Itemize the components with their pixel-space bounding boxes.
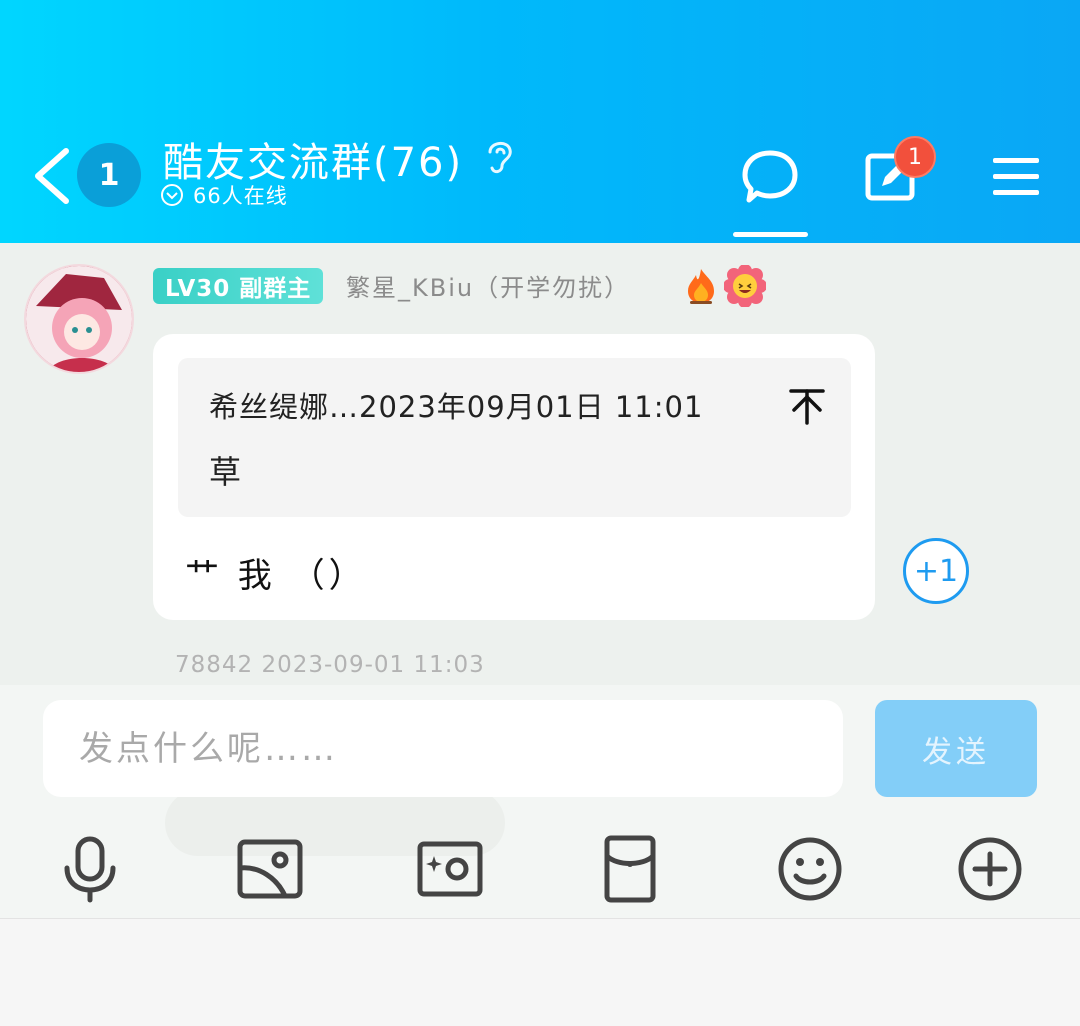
red-packet-icon[interactable] [595,834,665,904]
unread-count-badge[interactable]: 1 [77,143,141,207]
fire-icon [688,269,714,304]
avatar[interactable] [24,264,134,374]
jump-to-top-icon[interactable] [788,386,826,426]
chevron-left-icon[interactable] [30,145,74,207]
message-text: 艹 我 （） [185,556,367,596]
active-tab-indicator [733,232,808,237]
add-icon[interactable] [955,834,1025,904]
online-status[interactable]: 66人在线 [160,180,288,210]
plus-one-button[interactable]: +1 [903,538,969,604]
chat-bubble-icon[interactable] [741,148,799,206]
flower-face-icon [724,265,766,307]
reply-quote-meta: 希丝缇娜…2023年09月01日 11:01 [209,390,704,424]
ear-icon[interactable] [482,136,516,176]
bottom-panel [0,920,1080,1026]
chevron-down-circle-icon [161,184,183,206]
reply-quote-text: 草 [209,453,242,491]
chat-header: 1 酷友交流群(76) 66人在线 1 [0,0,1080,243]
emoji-icon[interactable] [775,834,845,904]
image-icon[interactable] [235,834,305,904]
notification-badge: 1 [894,136,936,178]
message-input[interactable] [43,700,843,797]
level-badge: LV30 副群主 [153,268,324,304]
camera-icon[interactable] [415,834,485,904]
sender-nickname[interactable]: 繁星_KBiu（开学勿扰） [346,268,630,303]
menu-icon[interactable] [993,156,1039,196]
message-footer: 78842 2023-09-01 11:03 [175,652,485,678]
online-count-text: 66人在线 [193,184,288,208]
reply-quote[interactable] [178,358,851,517]
microphone-icon[interactable] [55,834,125,904]
send-button[interactable]: 发送 [875,700,1037,797]
